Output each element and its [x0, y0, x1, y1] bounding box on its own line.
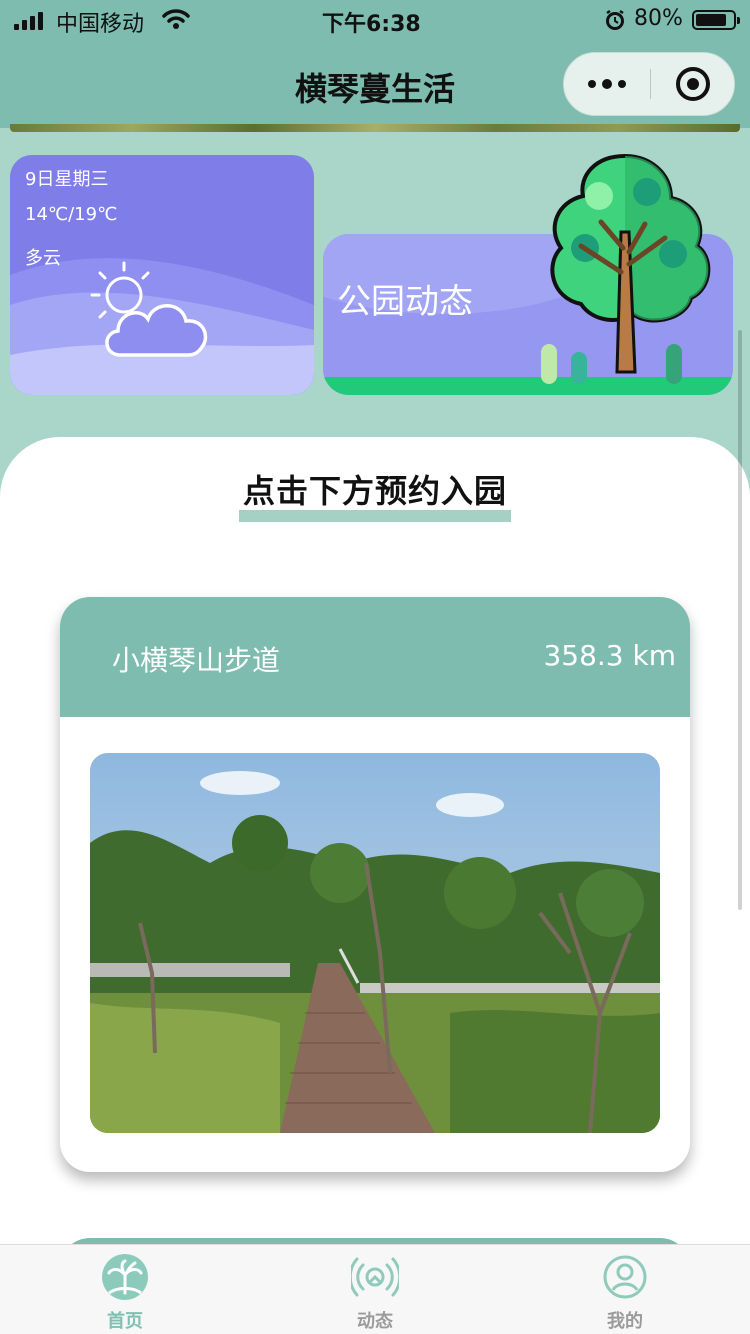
- more-options-icon[interactable]: [564, 53, 650, 115]
- weather-temperature: 14℃/19℃: [25, 204, 118, 225]
- carrier-name: 中国移动: [56, 12, 145, 37]
- status-bar: 中国移动 下午6:38 80%: [0, 0, 750, 40]
- tab-mine-label: 我的: [607, 1311, 643, 1332]
- cellular-signal-icon: [14, 10, 43, 30]
- trail-card[interactable]: 小横琴山步道 358.3 km: [60, 597, 690, 1172]
- nav-bar: 横琴蔓生活: [0, 40, 750, 128]
- wifi-icon: [162, 9, 190, 29]
- trail-photo[interactable]: [90, 753, 660, 1133]
- trail-name: 小横琴山步道: [112, 644, 281, 677]
- trail-card-header: 小横琴山步道 358.3 km: [60, 597, 690, 717]
- clock: 下午6:38: [322, 12, 421, 37]
- weather-condition: 多云: [25, 248, 61, 269]
- home-palm-icon: [102, 1254, 148, 1300]
- scrollbar[interactable]: [738, 330, 742, 910]
- capsule-divider: [650, 69, 651, 99]
- tab-bar: 首页 动态 我的: [0, 1244, 750, 1334]
- broadcast-icon: [351, 1257, 399, 1297]
- reserve-title: 点击下方预约入园: [242, 472, 507, 510]
- park-news-label: 公园动态: [337, 282, 473, 322]
- banner-image-edge: [10, 124, 740, 132]
- tab-news-label: 动态: [357, 1311, 393, 1332]
- tab-home-label: 首页: [107, 1311, 143, 1332]
- close-miniprogram-icon[interactable]: [676, 67, 710, 101]
- alarm-icon: [606, 9, 624, 30]
- battery-icon: [692, 10, 740, 30]
- user-icon: [603, 1255, 647, 1299]
- tab-mine[interactable]: 我的: [500, 1245, 750, 1334]
- weather-date: 9日星期三: [25, 169, 109, 190]
- tab-home[interactable]: 首页: [0, 1245, 250, 1334]
- battery-percent: 80%: [634, 6, 683, 31]
- trail-distance: 358.3 km: [543, 639, 676, 672]
- partly-cloudy-icon: [90, 261, 208, 357]
- tab-news[interactable]: 动态: [250, 1245, 500, 1334]
- miniprogram-capsule: [563, 52, 735, 116]
- trail-photo-image: [90, 753, 660, 1133]
- weather-card[interactable]: 9日星期三 14℃/19℃ 多云: [10, 155, 314, 395]
- tree-icon: [550, 153, 711, 374]
